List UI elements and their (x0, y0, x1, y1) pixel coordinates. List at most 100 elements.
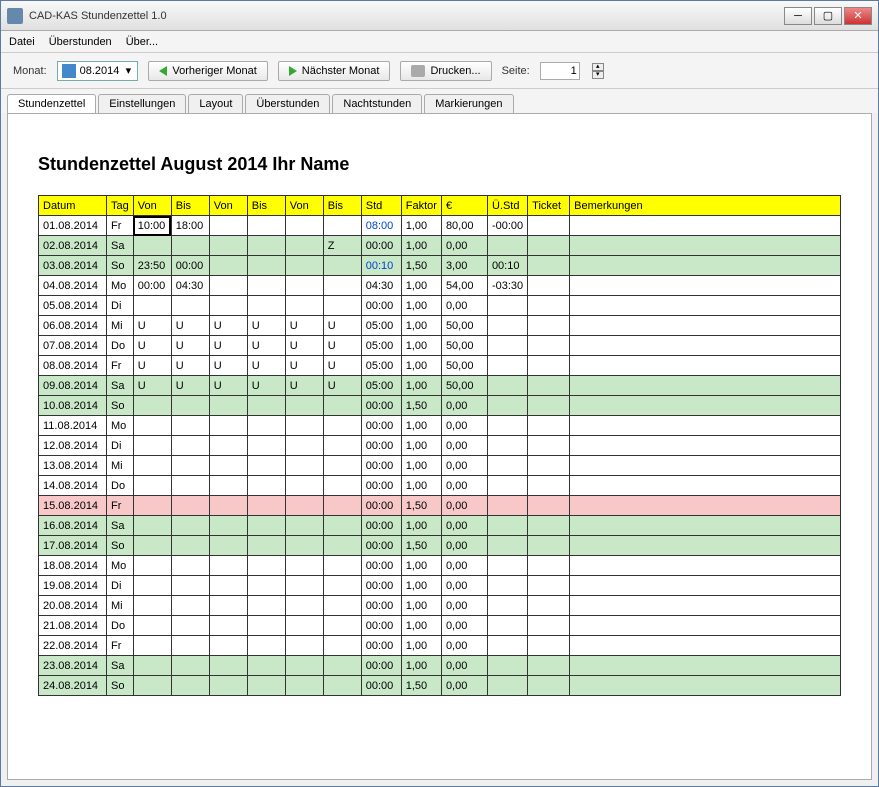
table-row[interactable]: 15.08.2014Fr00:001,500,00 (39, 496, 841, 516)
cell[interactable] (323, 636, 361, 656)
cell[interactable]: U (209, 356, 247, 376)
cell[interactable] (285, 216, 323, 236)
header-cell[interactable]: Ü.Std (487, 196, 527, 216)
cell[interactable] (323, 576, 361, 596)
cell[interactable]: U (209, 336, 247, 356)
cell[interactable] (133, 616, 171, 636)
cell[interactable] (487, 456, 527, 476)
cell[interactable] (487, 296, 527, 316)
cell[interactable]: 00:00 (361, 296, 401, 316)
cell[interactable]: So (107, 396, 134, 416)
cell[interactable] (171, 556, 209, 576)
cell[interactable]: Sa (107, 656, 134, 676)
cell[interactable]: U (171, 336, 209, 356)
cell[interactable] (487, 316, 527, 336)
cell[interactable]: 05:00 (361, 316, 401, 336)
cell[interactable] (323, 256, 361, 276)
cell[interactable] (528, 576, 570, 596)
cell[interactable]: 00:00 (361, 656, 401, 676)
cell[interactable] (171, 496, 209, 516)
cell[interactable] (528, 676, 570, 696)
cell[interactable]: 03.08.2014 (39, 256, 107, 276)
cell[interactable]: 00:00 (361, 476, 401, 496)
cell[interactable] (570, 616, 841, 636)
tab-markierungen[interactable]: Markierungen (424, 94, 513, 113)
cell[interactable] (528, 556, 570, 576)
cell[interactable]: 1,00 (401, 596, 441, 616)
cell[interactable]: Mi (107, 316, 134, 336)
cell[interactable] (209, 236, 247, 256)
cell[interactable] (285, 556, 323, 576)
cell[interactable]: 00:10 (361, 256, 401, 276)
cell[interactable] (171, 576, 209, 596)
cell[interactable]: U (247, 376, 285, 396)
cell[interactable] (570, 296, 841, 316)
cell[interactable]: 0,00 (441, 676, 487, 696)
cell[interactable] (487, 376, 527, 396)
cell[interactable] (323, 536, 361, 556)
cell[interactable] (171, 676, 209, 696)
cell[interactable] (323, 436, 361, 456)
cell[interactable] (528, 256, 570, 276)
cell[interactable]: Di (107, 296, 134, 316)
cell[interactable] (528, 316, 570, 336)
tab-überstunden[interactable]: Überstunden (245, 94, 330, 113)
cell[interactable] (487, 516, 527, 536)
cell[interactable] (285, 456, 323, 476)
cell[interactable] (323, 216, 361, 236)
header-cell[interactable]: Ticket (528, 196, 570, 216)
cell[interactable]: Sa (107, 516, 134, 536)
cell[interactable] (570, 576, 841, 596)
cell[interactable]: U (323, 336, 361, 356)
cell[interactable] (133, 556, 171, 576)
cell[interactable] (285, 276, 323, 296)
cell[interactable] (570, 316, 841, 336)
cell[interactable]: 13.08.2014 (39, 456, 107, 476)
cell[interactable]: 06.08.2014 (39, 316, 107, 336)
cell[interactable] (285, 476, 323, 496)
cell[interactable] (133, 396, 171, 416)
cell[interactable] (285, 436, 323, 456)
cell[interactable]: Fr (107, 216, 134, 236)
cell[interactable]: 50,00 (441, 316, 487, 336)
cell[interactable] (209, 476, 247, 496)
cell[interactable] (570, 276, 841, 296)
cell[interactable]: Sa (107, 236, 134, 256)
cell[interactable]: 54,00 (441, 276, 487, 296)
cell[interactable] (247, 256, 285, 276)
cell[interactable]: U (209, 376, 247, 396)
table-row[interactable]: 17.08.2014So00:001,500,00 (39, 536, 841, 556)
cell[interactable] (528, 236, 570, 256)
cell[interactable] (247, 656, 285, 676)
cell[interactable]: U (247, 316, 285, 336)
cell[interactable] (133, 536, 171, 556)
cell[interactable] (528, 296, 570, 316)
cell[interactable] (487, 596, 527, 616)
cell[interactable] (209, 256, 247, 276)
cell[interactable] (570, 436, 841, 456)
cell[interactable]: 22.08.2014 (39, 636, 107, 656)
cell[interactable] (487, 536, 527, 556)
cell[interactable] (323, 276, 361, 296)
cell[interactable] (285, 396, 323, 416)
cell[interactable]: So (107, 256, 134, 276)
table-row[interactable]: 01.08.2014Fr10:0018:0008:001,0080,00-00:… (39, 216, 841, 236)
cell[interactable]: 00:00 (361, 516, 401, 536)
cell[interactable]: 00:00 (171, 256, 209, 276)
maximize-button[interactable]: ▢ (814, 7, 842, 25)
cell[interactable] (528, 396, 570, 416)
cell[interactable]: 05:00 (361, 356, 401, 376)
cell[interactable] (528, 496, 570, 516)
cell[interactable]: U (285, 336, 323, 356)
cell[interactable] (209, 536, 247, 556)
cell[interactable] (323, 456, 361, 476)
minimize-button[interactable]: ─ (784, 7, 812, 25)
cell[interactable]: 1,00 (401, 516, 441, 536)
page-up-button[interactable]: ▴ (592, 63, 604, 71)
cell[interactable]: 0,00 (441, 536, 487, 556)
header-cell[interactable]: € (441, 196, 487, 216)
cell[interactable] (209, 496, 247, 516)
cell[interactable]: U (323, 376, 361, 396)
header-cell[interactable]: Bis (171, 196, 209, 216)
cell[interactable]: 24.08.2014 (39, 676, 107, 696)
